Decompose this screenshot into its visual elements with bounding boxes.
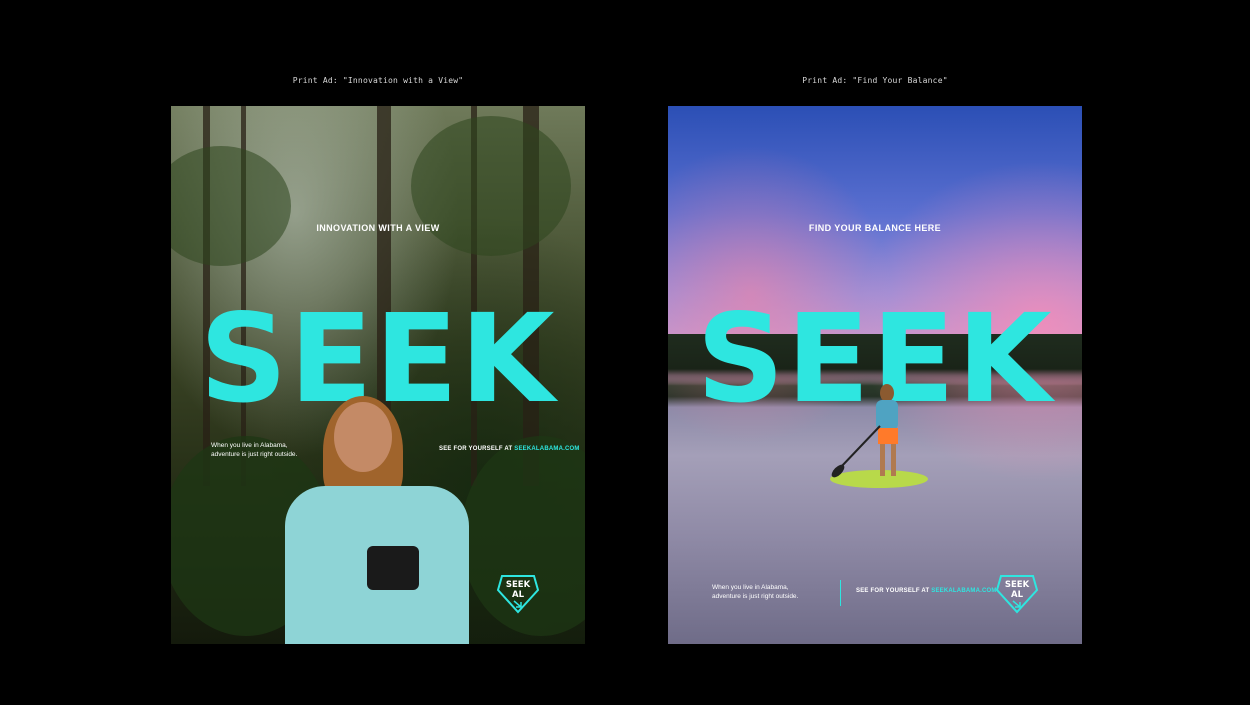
cta-url: SEEKALABAMA.COM [514, 446, 580, 452]
camera [367, 546, 419, 590]
tagline: When you live in Alabama, adventure is j… [712, 584, 842, 602]
tagline-line-1: When you live in Alabama, [211, 442, 288, 449]
tagline-line-2: adventure is just right outside. [712, 592, 799, 600]
logo-text-seek: SEEK [506, 580, 531, 590]
tagline: When you live in Alabama, adventure is j… [211, 442, 341, 460]
tagline-line-2: adventure is just right outside. [211, 450, 298, 458]
logo-text-seek: SEEK [1005, 580, 1030, 590]
seek-al-logo-icon: SEEK AL [995, 575, 1039, 614]
cta-prefix: SEE FOR YOURSELF AT [856, 588, 930, 594]
caption-innovation: Print Ad: "Innovation with a View" [292, 76, 464, 85]
logo-text-al: AL [1011, 590, 1024, 600]
print-ad-innovation: INNOVATION WITH A VIEW SEEK When you liv… [171, 106, 585, 644]
print-ad-balance: FIND YOUR BALANCE HERE SEEK When you liv… [668, 106, 1082, 644]
seek-wordmark: SEEK [696, 288, 1054, 430]
paddle [831, 425, 881, 478]
cta-url: SEEKALABAMA.COM [931, 588, 997, 594]
cta-prefix: SEE FOR YOURSELF AT [439, 446, 513, 452]
caption-balance: Print Ad: "Find Your Balance" [802, 76, 948, 85]
ad-headline: INNOVATION WITH A VIEW [316, 223, 440, 233]
person-head [334, 402, 392, 472]
cta: SEE FOR YOURSELF AT SEEKALABAMA.COM [439, 446, 580, 452]
foliage [411, 116, 571, 256]
arrow-down-right-icon [513, 600, 522, 608]
foliage [171, 146, 291, 266]
paddler-leg [891, 444, 896, 476]
logo-text-al: AL [512, 590, 525, 600]
ad-headline: FIND YOUR BALANCE HERE [808, 223, 942, 233]
seek-al-logo-icon: SEEK AL [496, 575, 540, 614]
divider-line [840, 580, 841, 606]
cta: SEE FOR YOURSELF AT SEEKALABAMA.COM [856, 588, 997, 594]
arrow-down-right-icon [1012, 600, 1021, 608]
tagline-line-1: When you live in Alabama, [712, 584, 789, 591]
